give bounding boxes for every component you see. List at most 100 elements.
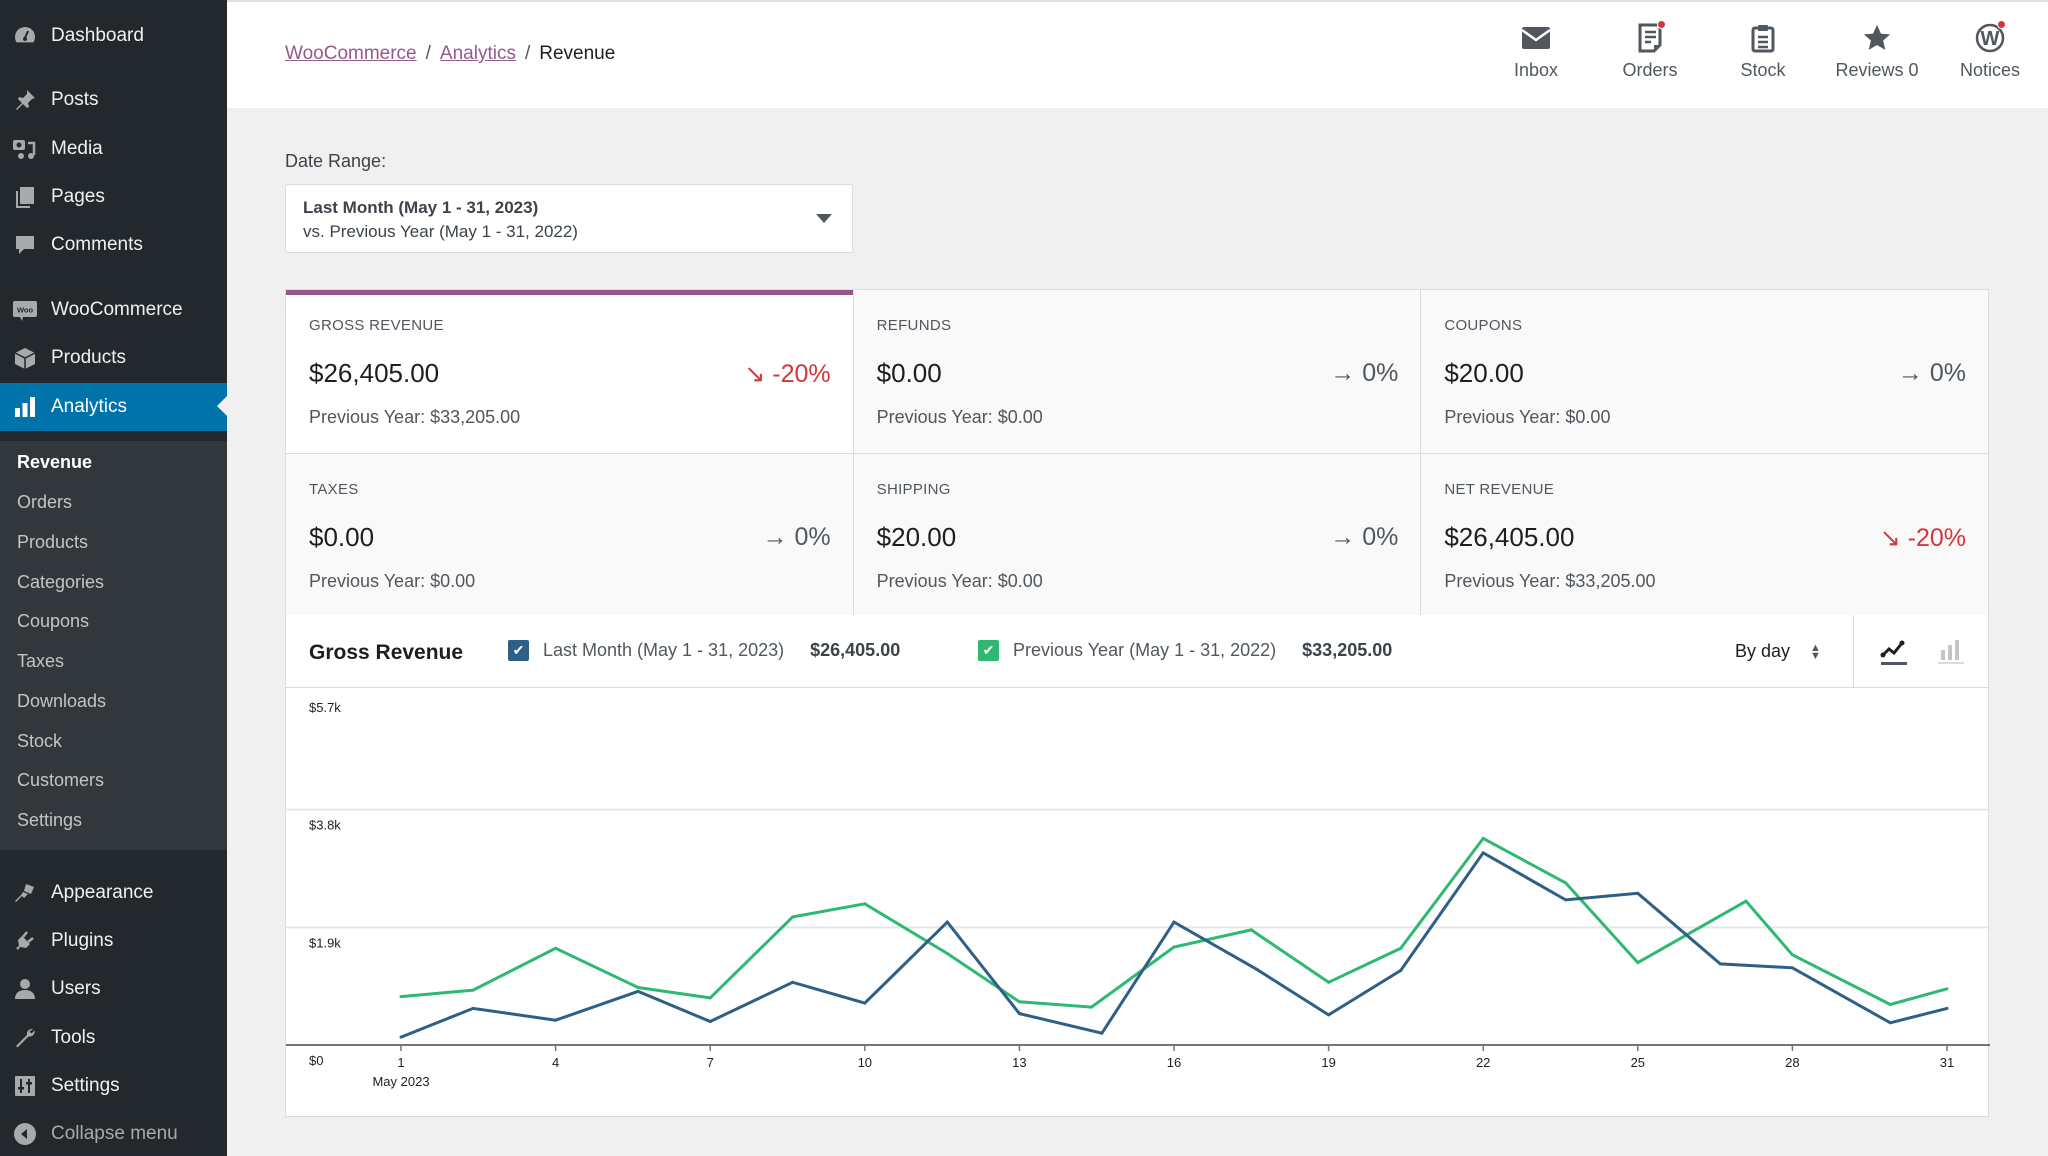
submenu-item-coupons[interactable]: Coupons	[17, 611, 89, 632]
submenu-item-revenue[interactable]: Revenue	[17, 452, 92, 473]
activity-stock-button[interactable]: Stock	[1708, 22, 1818, 81]
collapse-icon	[12, 1121, 38, 1147]
card-previous: Previous Year: $0.00	[876, 571, 1043, 591]
sidebar-item-appearance[interactable]: Appearance	[0, 870, 227, 916]
data-point-last-month	[1888, 1021, 1892, 1025]
sidebar-item-dashboard[interactable]: Dashboard	[0, 13, 227, 59]
submenu-item-downloads[interactable]: Downloads	[17, 691, 106, 712]
summary-card-coupons[interactable]: COUPONS $20.00 → 0% Previous Year: $0.00	[1421, 290, 1988, 453]
card-value: $0.00	[309, 522, 375, 552]
data-point-last-month	[554, 1018, 558, 1022]
sidebar-item-users[interactable]: Users	[0, 966, 227, 1012]
submenu-item-taxes[interactable]: Taxes	[17, 651, 64, 672]
svg-text:W: W	[1981, 28, 2000, 50]
arrow-right-icon: →	[1330, 523, 1356, 551]
breadcrumb-analytics-link[interactable]: Analytics	[440, 43, 516, 64]
card-previous: Previous Year: $0.00	[309, 571, 476, 591]
x-tick-label: 22	[1476, 1055, 1490, 1070]
summary-card-net-revenue[interactable]: NET REVENUE $26,405.00 ↘ -20% Previous Y…	[1421, 454, 1988, 616]
date-range-label: Date Range:	[285, 151, 387, 171]
data-point-previous-year	[399, 995, 403, 999]
card-delta: → 0%	[763, 523, 831, 552]
summary-card-gross-revenue[interactable]: GROSS REVENUE $26,405.00 ↘ -20% Previous…	[286, 290, 853, 453]
summary-card-taxes[interactable]: TAXES $0.00 → 0% Previous Year: $0.00	[286, 454, 853, 616]
activity-orders-button[interactable]: Orders	[1595, 20, 1705, 81]
data-point-previous-year	[1327, 980, 1331, 984]
breadcrumb-woocommerce-link[interactable]: WooCommerce	[285, 43, 417, 64]
summary-cards: GROSS REVENUE $26,405.00 ↘ -20% Previous…	[285, 289, 1989, 616]
card-delta: → 0%	[1898, 359, 1966, 388]
pages-icon	[12, 184, 38, 210]
summary-card-shipping[interactable]: SHIPPING $20.00 → 0% Previous Year: $0.0…	[853, 454, 1421, 616]
date-range-picker[interactable]: Last Month (May 1 - 31, 2023) vs. Previo…	[285, 184, 853, 253]
sidebar-item-plugins[interactable]: Plugins	[0, 918, 227, 964]
submenu-item-settings[interactable]: Settings	[17, 810, 82, 831]
sidebar-item-tools[interactable]: Tools	[0, 1015, 227, 1061]
submenu-item-customers[interactable]: Customers	[17, 770, 104, 791]
box-icon	[12, 345, 38, 371]
activity-notices-button[interactable]: W Notices	[1935, 20, 2045, 81]
y-tick-label: $1.9k	[309, 935, 341, 950]
data-point-previous-year	[1636, 961, 1640, 965]
arrow-right-icon: →	[1897, 359, 1923, 387]
submenu-item-stock[interactable]: Stock	[17, 731, 62, 752]
sidebar-item-posts[interactable]: Posts	[0, 77, 227, 123]
orders-icon	[1634, 20, 1666, 54]
activity-reviews-button[interactable]: Reviews 0	[1822, 22, 1932, 81]
line-chart-button[interactable]	[1879, 635, 1909, 667]
legend-item-last-month[interactable]: ✔ Last Month (May 1 - 31, 2023) $26,405.…	[508, 640, 900, 661]
up-down-arrows-icon: ▲ ▼	[1810, 641, 1821, 662]
legend-total: $26,405.00	[810, 640, 901, 660]
sidebar-item-media[interactable]: Media	[0, 126, 227, 172]
card-title: TAXES	[309, 481, 359, 498]
data-point-previous-year	[1744, 899, 1748, 903]
sidebar-item-pages[interactable]: Pages	[0, 174, 227, 220]
plug-icon	[12, 928, 38, 954]
checkbox-checked-icon[interactable]: ✔	[508, 640, 529, 661]
data-point-previous-year	[1172, 945, 1176, 949]
summary-card-refunds[interactable]: REFUNDS $0.00 → 0% Previous Year: $0.00	[853, 290, 1421, 453]
x-tick-label: 1	[397, 1055, 404, 1070]
data-point-last-month	[1564, 898, 1568, 902]
submenu-item-products[interactable]: Products	[17, 532, 88, 553]
sidebar-item-comments[interactable]: Comments	[0, 222, 227, 268]
bar-chart-button[interactable]	[1936, 635, 1966, 667]
data-point-last-month	[1790, 966, 1794, 970]
submenu-item-orders[interactable]: Orders	[17, 492, 72, 513]
checkbox-checked-icon[interactable]: ✔	[978, 640, 999, 661]
data-point-previous-year	[945, 951, 949, 955]
card-previous: Previous Year: $0.00	[1444, 407, 1611, 427]
activity-inbox-button[interactable]: Inbox	[1481, 22, 1591, 81]
legend-item-previous-year[interactable]: ✔ Previous Year (May 1 - 31, 2022) $33,2…	[978, 640, 1392, 661]
sidebar-label: Comments	[51, 234, 143, 255]
submenu-item-categories[interactable]: Categories	[17, 572, 104, 593]
data-point-last-month	[1718, 962, 1722, 966]
x-tick-label: 7	[707, 1055, 714, 1070]
bar-chart-icon	[1938, 640, 1964, 664]
sidebar-item-settings[interactable]: Settings	[0, 1063, 227, 1109]
star-icon	[1861, 22, 1893, 54]
card-value: $26,405.00	[1444, 522, 1575, 552]
chart-title: Gross Revenue	[309, 641, 464, 664]
sidebar-item-analytics[interactable]: Analytics	[0, 383, 227, 431]
sidebar-label: Analytics	[51, 396, 128, 417]
sidebar-label: Pages	[51, 186, 105, 207]
sidebar-item-woocommerce[interactable]: Woo WooCommerce	[0, 287, 227, 333]
collapse-menu-button[interactable]: Collapse menu	[0, 1111, 227, 1156]
x-tick-label: 31	[1940, 1055, 1954, 1070]
card-delta: ↘ -20%	[1880, 523, 1966, 553]
card-delta: ↘ -20%	[744, 359, 830, 389]
x-tick-label: 28	[1785, 1055, 1799, 1070]
line-chart-icon	[1880, 640, 1907, 665]
chart-panel: Gross Revenue ✔ Last Month (May 1 - 31, …	[285, 615, 1990, 1117]
activity-label: Inbox	[1513, 60, 1559, 80]
card-value: $20.00	[1444, 358, 1524, 388]
sidebar-item-products[interactable]: Products	[0, 335, 227, 381]
interval-select[interactable]: By day ▲ ▼	[1735, 641, 1821, 662]
breadcrumb: WooCommerce / Analytics / Revenue	[285, 43, 615, 65]
card-value: $0.00	[876, 358, 942, 388]
data-point-last-month	[1172, 920, 1176, 924]
arrow-right-icon: →	[1330, 359, 1356, 387]
x-tick-label: 25	[1631, 1055, 1645, 1070]
card-value: $20.00	[876, 522, 957, 552]
